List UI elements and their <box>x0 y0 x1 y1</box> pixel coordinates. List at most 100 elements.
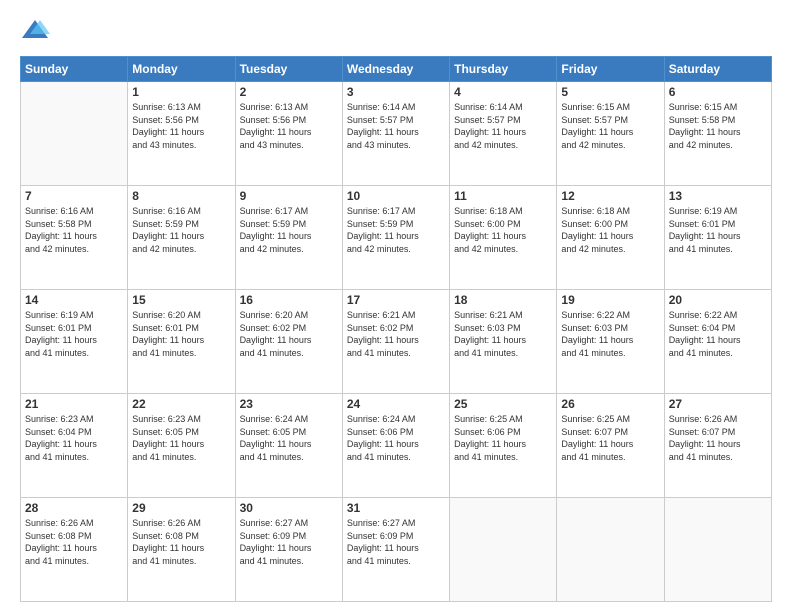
day-info: Sunrise: 6:25 AM Sunset: 6:06 PM Dayligh… <box>454 413 552 463</box>
day-info: Sunrise: 6:13 AM Sunset: 5:56 PM Dayligh… <box>132 101 230 151</box>
day-info: Sunrise: 6:14 AM Sunset: 5:57 PM Dayligh… <box>454 101 552 151</box>
week-row-0: 1 Sunrise: 6:13 AM Sunset: 5:56 PM Daylig… <box>21 82 772 186</box>
weekday-header-saturday: Saturday <box>664 57 771 82</box>
calendar-cell: 20 Sunrise: 6:22 AM Sunset: 6:04 PM Dayli… <box>664 290 771 394</box>
day-number: 20 <box>669 293 767 307</box>
day-info: Sunrise: 6:19 AM Sunset: 6:01 PM Dayligh… <box>669 205 767 255</box>
day-number: 15 <box>132 293 230 307</box>
calendar-cell: 21 Sunrise: 6:23 AM Sunset: 6:04 PM Dayli… <box>21 394 128 498</box>
calendar-cell: 13 Sunrise: 6:19 AM Sunset: 6:01 PM Dayli… <box>664 186 771 290</box>
calendar-cell: 22Sunrise: 6:23 AM Sunset: 6:05 PM Dayli… <box>128 394 235 498</box>
calendar-cell: 26 Sunrise: 6:25 AM Sunset: 6:07 PM Dayli… <box>557 394 664 498</box>
calendar-cell: 17 Sunrise: 6:21 AM Sunset: 6:02 PM Dayli… <box>342 290 449 394</box>
day-number: 8 <box>132 189 230 203</box>
day-number: 9 <box>240 189 338 203</box>
day-info: Sunrise: 6:22 AM Sunset: 6:03 PM Dayligh… <box>561 309 659 359</box>
day-number: 2 <box>240 85 338 99</box>
day-info: Sunrise: 6:21 AM Sunset: 6:03 PM Dayligh… <box>454 309 552 359</box>
day-info: Sunrise: 6:13 AM Sunset: 5:56 PM Dayligh… <box>240 101 338 151</box>
day-info: Sunrise: 6:16 AM Sunset: 5:58 PM Dayligh… <box>25 205 123 255</box>
calendar-cell: 29 Sunrise: 6:26 AM Sunset: 6:08 PM Dayli… <box>128 498 235 602</box>
week-row-3: 21 Sunrise: 6:23 AM Sunset: 6:04 PM Dayli… <box>21 394 772 498</box>
weekday-header-tuesday: Tuesday <box>235 57 342 82</box>
day-number: 21 <box>25 397 123 411</box>
day-number: 25 <box>454 397 552 411</box>
day-info: Sunrise: 6:18 AM Sunset: 6:00 PM Dayligh… <box>454 205 552 255</box>
calendar-cell: 19 Sunrise: 6:22 AM Sunset: 6:03 PM Dayli… <box>557 290 664 394</box>
day-info: Sunrise: 6:15 AM Sunset: 5:57 PM Dayligh… <box>561 101 659 151</box>
day-number: 24 <box>347 397 445 411</box>
calendar-cell: 25 Sunrise: 6:25 AM Sunset: 6:06 PM Dayli… <box>450 394 557 498</box>
day-info: Sunrise: 6:17 AM Sunset: 5:59 PM Dayligh… <box>347 205 445 255</box>
day-info: Sunrise: 6:26 AM Sunset: 6:08 PM Dayligh… <box>132 517 230 567</box>
logo-icon <box>20 16 50 46</box>
day-info: Sunrise: 6:14 AM Sunset: 5:57 PM Dayligh… <box>347 101 445 151</box>
calendar-table: SundayMondayTuesdayWednesdayThursdayFrid… <box>20 56 772 602</box>
calendar-cell: 23Sunrise: 6:24 AM Sunset: 6:05 PM Dayli… <box>235 394 342 498</box>
calendar-cell: 24Sunrise: 6:24 AM Sunset: 6:06 PM Dayli… <box>342 394 449 498</box>
calendar-cell: 8 Sunrise: 6:16 AM Sunset: 5:59 PM Daylig… <box>128 186 235 290</box>
day-info: Sunrise: 6:27 AM Sunset: 6:09 PM Dayligh… <box>347 517 445 567</box>
day-info: Sunrise: 6:19 AM Sunset: 6:01 PM Dayligh… <box>25 309 123 359</box>
weekday-header-sunday: Sunday <box>21 57 128 82</box>
day-number: 13 <box>669 189 767 203</box>
calendar-cell: 27 Sunrise: 6:26 AM Sunset: 6:07 PM Dayli… <box>664 394 771 498</box>
day-number: 5 <box>561 85 659 99</box>
day-number: 4 <box>454 85 552 99</box>
calendar-cell <box>664 498 771 602</box>
day-info: Sunrise: 6:25 AM Sunset: 6:07 PM Dayligh… <box>561 413 659 463</box>
calendar-cell: 18 Sunrise: 6:21 AM Sunset: 6:03 PM Dayli… <box>450 290 557 394</box>
calendar-cell: 31Sunrise: 6:27 AM Sunset: 6:09 PM Dayli… <box>342 498 449 602</box>
day-number: 28 <box>25 501 123 515</box>
day-info: Sunrise: 6:26 AM Sunset: 6:08 PM Dayligh… <box>25 517 123 567</box>
day-number: 1 <box>132 85 230 99</box>
calendar-cell: 5 Sunrise: 6:15 AM Sunset: 5:57 PM Daylig… <box>557 82 664 186</box>
day-info: Sunrise: 6:22 AM Sunset: 6:04 PM Dayligh… <box>669 309 767 359</box>
calendar-cell: 14 Sunrise: 6:19 AM Sunset: 6:01 PM Dayli… <box>21 290 128 394</box>
calendar-cell: 4 Sunrise: 6:14 AM Sunset: 5:57 PM Daylig… <box>450 82 557 186</box>
calendar-cell <box>557 498 664 602</box>
calendar-cell <box>21 82 128 186</box>
day-info: Sunrise: 6:26 AM Sunset: 6:07 PM Dayligh… <box>669 413 767 463</box>
calendar-cell: 9 Sunrise: 6:17 AM Sunset: 5:59 PM Daylig… <box>235 186 342 290</box>
day-info: Sunrise: 6:20 AM Sunset: 6:02 PM Dayligh… <box>240 309 338 359</box>
day-number: 10 <box>347 189 445 203</box>
weekday-header-monday: Monday <box>128 57 235 82</box>
week-row-4: 28 Sunrise: 6:26 AM Sunset: 6:08 PM Dayli… <box>21 498 772 602</box>
day-info: Sunrise: 6:18 AM Sunset: 6:00 PM Dayligh… <box>561 205 659 255</box>
day-number: 11 <box>454 189 552 203</box>
calendar-cell: 30Sunrise: 6:27 AM Sunset: 6:09 PM Dayli… <box>235 498 342 602</box>
day-number: 27 <box>669 397 767 411</box>
day-info: Sunrise: 6:16 AM Sunset: 5:59 PM Dayligh… <box>132 205 230 255</box>
calendar-cell: 7Sunrise: 6:16 AM Sunset: 5:58 PM Daylig… <box>21 186 128 290</box>
week-row-2: 14 Sunrise: 6:19 AM Sunset: 6:01 PM Dayli… <box>21 290 772 394</box>
weekday-header-wednesday: Wednesday <box>342 57 449 82</box>
weekday-header-friday: Friday <box>557 57 664 82</box>
weekday-header-row: SundayMondayTuesdayWednesdayThursdayFrid… <box>21 57 772 82</box>
day-number: 29 <box>132 501 230 515</box>
calendar-cell: 10 Sunrise: 6:17 AM Sunset: 5:59 PM Dayli… <box>342 186 449 290</box>
day-number: 19 <box>561 293 659 307</box>
day-number: 18 <box>454 293 552 307</box>
logo <box>20 16 54 46</box>
calendar-cell <box>450 498 557 602</box>
header <box>20 16 772 46</box>
calendar-cell: 2 Sunrise: 6:13 AM Sunset: 5:56 PM Daylig… <box>235 82 342 186</box>
day-info: Sunrise: 6:17 AM Sunset: 5:59 PM Dayligh… <box>240 205 338 255</box>
day-number: 14 <box>25 293 123 307</box>
weekday-header-thursday: Thursday <box>450 57 557 82</box>
calendar-cell: 11 Sunrise: 6:18 AM Sunset: 6:00 PM Dayli… <box>450 186 557 290</box>
day-info: Sunrise: 6:27 AM Sunset: 6:09 PM Dayligh… <box>240 517 338 567</box>
calendar-cell: 15Sunrise: 6:20 AM Sunset: 6:01 PM Dayli… <box>128 290 235 394</box>
day-info: Sunrise: 6:15 AM Sunset: 5:58 PM Dayligh… <box>669 101 767 151</box>
day-number: 23 <box>240 397 338 411</box>
day-info: Sunrise: 6:21 AM Sunset: 6:02 PM Dayligh… <box>347 309 445 359</box>
day-number: 26 <box>561 397 659 411</box>
day-number: 16 <box>240 293 338 307</box>
day-info: Sunrise: 6:23 AM Sunset: 6:04 PM Dayligh… <box>25 413 123 463</box>
day-info: Sunrise: 6:23 AM Sunset: 6:05 PM Dayligh… <box>132 413 230 463</box>
calendar-cell: 1 Sunrise: 6:13 AM Sunset: 5:56 PM Daylig… <box>128 82 235 186</box>
calendar-cell: 16 Sunrise: 6:20 AM Sunset: 6:02 PM Dayli… <box>235 290 342 394</box>
day-number: 3 <box>347 85 445 99</box>
day-number: 17 <box>347 293 445 307</box>
